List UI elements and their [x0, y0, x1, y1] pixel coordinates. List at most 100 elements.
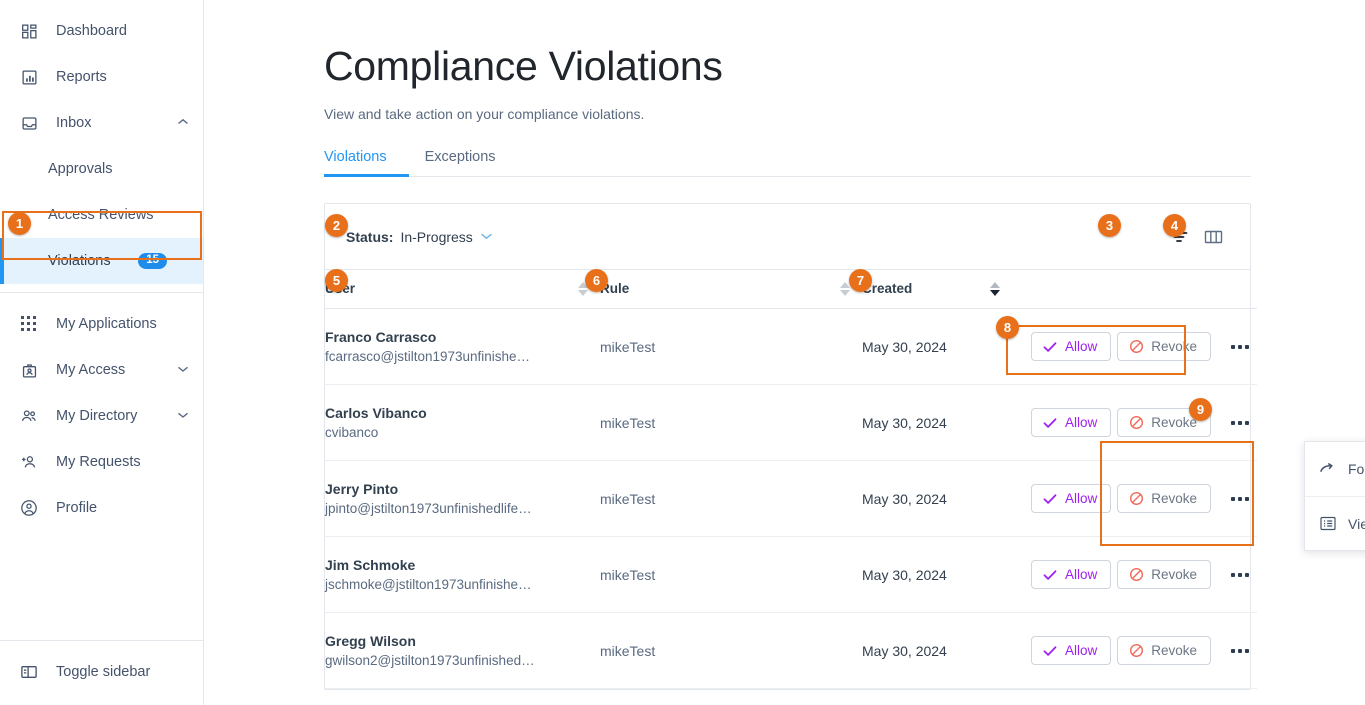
sidebar-item-my-access[interactable]: My Access — [0, 347, 203, 393]
row-more-menu-button[interactable] — [1223, 408, 1257, 438]
chevron-down-icon — [480, 231, 493, 243]
cell-created: May 30, 2024 — [862, 309, 1012, 385]
row-more-menu-button[interactable] — [1223, 560, 1257, 590]
page-subtitle: View and take action on your compliance … — [324, 106, 1251, 122]
row-more-menu-button[interactable] — [1223, 332, 1257, 362]
violations-card: Status: In-Progress — [324, 203, 1251, 690]
sidebar-item-label: My Directory — [56, 408, 177, 424]
chevron-down-icon — [177, 411, 189, 422]
annotation-marker-6: 6 — [585, 269, 608, 292]
page-title: Compliance Violations — [324, 44, 1251, 89]
apps-grid-icon — [18, 313, 40, 335]
annotation-marker-9: 9 — [1189, 398, 1212, 421]
sidebar-item-inbox[interactable]: Inbox — [0, 100, 203, 146]
row-more-menu-button[interactable] — [1223, 636, 1257, 666]
sidebar-item-label: My Applications — [56, 316, 189, 332]
dashboard-grid-icon — [18, 20, 40, 42]
menu-item-view-details[interactable]: View Details — [1305, 496, 1365, 550]
sort-toggle-created[interactable] — [990, 282, 1000, 296]
column-header-label: Created — [862, 281, 990, 296]
sidebar-item-reports[interactable]: Reports — [0, 54, 203, 100]
table-head: User Rule — [325, 270, 1257, 309]
column-header-actions — [1012, 270, 1257, 309]
cell-rule: mikeTest — [600, 537, 862, 613]
forward-arrow-icon — [1319, 461, 1336, 478]
sidebar-item-label: Violations — [48, 253, 138, 269]
table-row[interactable]: Gregg Wilson gwilson2@jstilton1973unfini… — [325, 613, 1257, 689]
revoke-button[interactable]: Revoke — [1117, 332, 1211, 361]
menu-item-forward[interactable]: Forward — [1305, 442, 1365, 496]
sidebar-item-my-applications[interactable]: My Applications — [0, 301, 203, 347]
user-email: gwilson2@jstilton1973unfinished… — [325, 653, 600, 668]
user-name: Jim Schmoke — [325, 557, 600, 573]
allow-button[interactable]: Allow — [1031, 332, 1111, 361]
table-row[interactable]: Jerry Pinto jpinto@jstilton1973unfinishe… — [325, 461, 1257, 537]
allow-label: Allow — [1065, 567, 1097, 582]
cell-user: Carlos Vibanco cvibanco — [325, 385, 600, 461]
tab-exceptions[interactable]: Exceptions — [409, 149, 512, 176]
sidebar-item-my-directory[interactable]: My Directory — [0, 393, 203, 439]
status-filter-label: Status: — [346, 229, 393, 245]
chevron-down-icon — [177, 365, 189, 376]
sidebar-item-violations[interactable]: Violations 15 — [0, 238, 203, 284]
table-header-row: User Rule — [325, 270, 1257, 309]
sidebar-item-label: Inbox — [56, 115, 177, 131]
menu-item-label: View Details — [1348, 516, 1365, 532]
allow-button[interactable]: Allow — [1031, 408, 1111, 437]
column-header-created[interactable]: Created — [862, 270, 1012, 309]
people-icon — [18, 405, 40, 427]
cell-rule: mikeTest — [600, 613, 862, 689]
user-name: Franco Carrasco — [325, 329, 600, 345]
revoke-button[interactable]: Revoke — [1117, 636, 1211, 665]
sidebar-item-my-requests[interactable]: My Requests — [0, 439, 203, 485]
sidebar-item-approvals[interactable]: Approvals — [0, 146, 203, 192]
user-name: Gregg Wilson — [325, 633, 600, 649]
sidebar-toggle-icon — [18, 661, 40, 683]
cell-actions: Allow Revoke — [1012, 613, 1257, 689]
column-header-label: Rule — [600, 281, 840, 296]
menu-item-label: Forward — [1348, 461, 1365, 477]
revoke-button[interactable]: Revoke — [1117, 560, 1211, 589]
annotation-marker-2: 2 — [325, 214, 348, 237]
badge-id-icon — [18, 359, 40, 381]
annotation-marker-8: 8 — [996, 316, 1019, 339]
allow-button[interactable]: Allow — [1031, 560, 1111, 589]
sidebar-item-label: Profile — [56, 500, 189, 516]
sidebar-item-label: Reports — [56, 69, 189, 85]
cell-user: Franco Carrasco fcarrasco@jstilton1973un… — [325, 309, 600, 385]
person-add-icon — [18, 451, 40, 473]
table-row[interactable]: Carlos Vibanco cvibanco mikeTest May 30,… — [325, 385, 1257, 461]
column-header-rule[interactable]: Rule — [600, 270, 862, 309]
table-row[interactable]: Jim Schmoke jschmoke@jstilton1973unfinis… — [325, 537, 1257, 613]
allow-label: Allow — [1065, 339, 1097, 354]
table-row[interactable]: Franco Carrasco fcarrasco@jstilton1973un… — [325, 309, 1257, 385]
sidebar-item-dashboard[interactable]: Dashboard — [0, 8, 203, 54]
column-header-user[interactable]: User — [325, 270, 600, 309]
revoke-label: Revoke — [1151, 415, 1197, 430]
user-email: jpinto@jstilton1973unfinishedlife… — [325, 501, 600, 516]
toggle-sidebar-button[interactable]: Toggle sidebar — [0, 649, 203, 695]
cell-created: May 30, 2024 — [862, 537, 1012, 613]
cell-created: May 30, 2024 — [862, 385, 1012, 461]
row-context-menu[interactable]: Forward View Details — [1304, 441, 1365, 551]
sidebar-divider — [0, 292, 203, 293]
check-icon — [1043, 567, 1058, 582]
cell-actions: Allow Revoke — [1012, 461, 1257, 537]
cell-rule: mikeTest — [600, 461, 862, 537]
allow-button[interactable]: Allow — [1031, 484, 1111, 513]
tab-violations[interactable]: Violations — [324, 149, 409, 176]
sidebar-item-access-reviews[interactable]: Access Reviews — [0, 192, 203, 238]
sidebar-item-label: Dashboard — [56, 23, 189, 39]
allow-label: Allow — [1065, 415, 1097, 430]
revoke-button[interactable]: Revoke — [1117, 484, 1211, 513]
status-filter-dropdown[interactable]: Status: In-Progress — [346, 229, 493, 245]
cell-user: Gregg Wilson gwilson2@jstilton1973unfini… — [325, 613, 600, 689]
main-content: Compliance Violations View and take acti… — [204, 0, 1365, 705]
allow-button[interactable]: Allow — [1031, 636, 1111, 665]
columns-icon[interactable] — [1196, 220, 1230, 254]
status-filter-value: In-Progress — [400, 229, 472, 245]
sidebar-item-profile[interactable]: Profile — [0, 485, 203, 531]
sidebar-nav: Dashboard Reports — [0, 0, 203, 531]
tab-bar: Violations Exceptions — [324, 149, 1251, 177]
row-more-menu-button[interactable] — [1223, 484, 1257, 514]
